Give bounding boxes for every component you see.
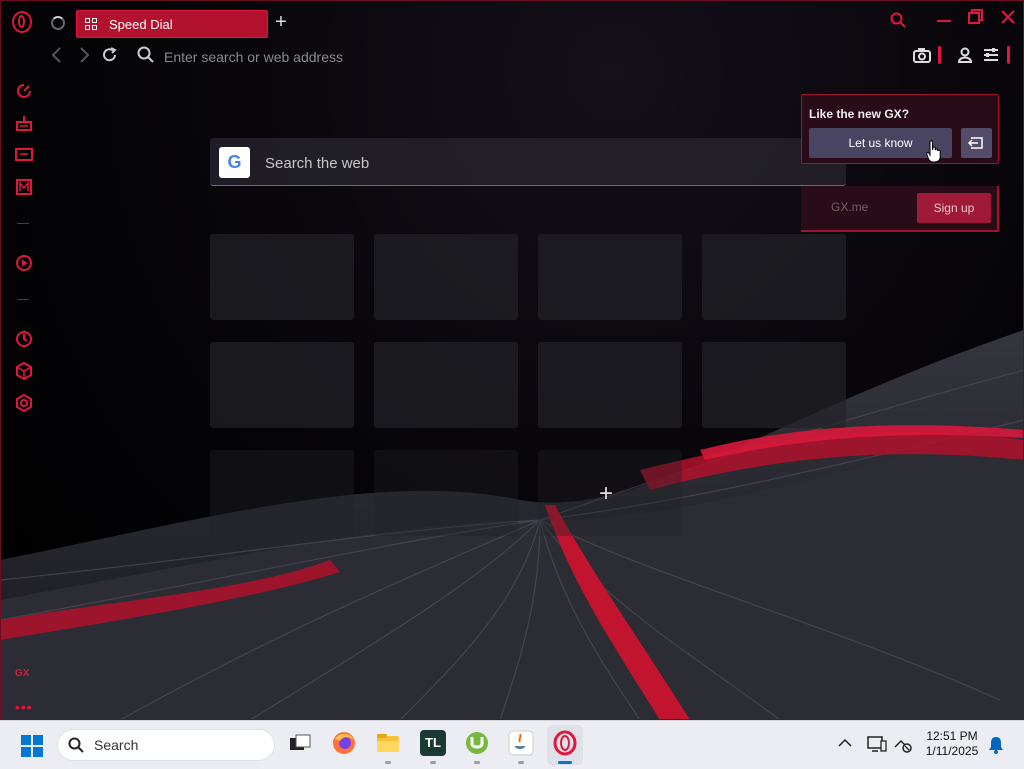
forward-button[interactable] [77, 46, 91, 69]
sidebar-separator [17, 299, 29, 300]
player-icon[interactable] [15, 254, 33, 272]
notification-bell-icon[interactable] [988, 736, 1004, 754]
google-logo-icon: G [219, 147, 250, 178]
address-search-icon [137, 46, 154, 63]
speed-dial-grid-icon [85, 18, 97, 30]
sign-up-button[interactable]: Sign up [917, 193, 991, 223]
address-bar-input[interactable] [162, 44, 766, 70]
web-search-box[interactable]: G [210, 138, 846, 186]
loading-spinner-icon [51, 16, 65, 30]
title-bar: Speed Dial + [0, 0, 1024, 44]
running-indicator [474, 761, 480, 764]
firefox-icon[interactable] [331, 730, 357, 756]
minimize-icon[interactable] [936, 12, 952, 28]
speed-dial-tile[interactable] [210, 234, 354, 320]
running-indicator [430, 761, 436, 764]
popup-back-button[interactable] [961, 128, 992, 158]
active-indicator [558, 761, 572, 764]
tab-label: Speed Dial [109, 16, 173, 32]
feedback-popup: Like the new GX? Let us know [801, 94, 999, 164]
history-icon[interactable] [15, 330, 33, 348]
new-tab-button[interactable]: + [271, 12, 291, 34]
taskbar-search-label: Search [94, 737, 139, 753]
accent-divider [1007, 46, 1010, 64]
gx-me-link[interactable]: GX.me [831, 200, 868, 214]
twitch-icon[interactable] [15, 146, 33, 164]
snapshot-camera-icon[interactable] [913, 47, 931, 63]
mailbox-icon[interactable] [15, 178, 33, 196]
extensions-cube-icon[interactable] [15, 362, 33, 380]
sidebar-more-button[interactable]: ••• [15, 699, 33, 715]
settings-icon[interactable] [15, 394, 33, 412]
tl-app-icon[interactable]: TL [420, 730, 446, 756]
return-arrow-icon [967, 137, 983, 149]
maximize-icon[interactable] [968, 9, 984, 25]
speed-dial-tile[interactable] [210, 342, 354, 428]
system-clock[interactable]: 12:51 PM 1/11/2025 [920, 729, 984, 759]
running-indicator [518, 761, 524, 764]
show-hidden-icons-chevron-icon[interactable] [838, 738, 852, 748]
gx-account-panel: GX.me Sign up [801, 186, 999, 232]
utorrent-icon[interactable] [464, 730, 490, 756]
account-icon[interactable] [957, 47, 973, 63]
speed-dial-tile[interactable] [702, 342, 846, 428]
close-icon[interactable] [1000, 9, 1016, 25]
clock-date: 1/11/2025 [925, 744, 979, 758]
file-explorer-icon[interactable] [375, 730, 401, 756]
gx-sidebar-label[interactable]: GX [15, 668, 29, 679]
speed-dial-tile[interactable] [374, 450, 518, 536]
reload-icon [103, 47, 117, 62]
speed-dial-tile[interactable] [374, 234, 518, 320]
popup-title: Like the new GX? [809, 107, 910, 121]
speed-dial-tile[interactable] [374, 342, 518, 428]
windows-taskbar: Search TL 12:51 PM 1/11/2025 [0, 720, 1024, 769]
task-view-icon[interactable] [287, 730, 313, 756]
search-icon [68, 737, 84, 753]
running-indicator [385, 761, 391, 764]
speed-dial-tile[interactable] [210, 450, 354, 536]
display-device-icon[interactable] [867, 735, 887, 753]
clock-time: 12:51 PM [926, 729, 978, 743]
speed-dial-tile[interactable] [538, 234, 682, 320]
taskbar-search-box[interactable]: Search [58, 730, 274, 760]
opera-gx-icon[interactable] [552, 730, 578, 756]
add-speed-dial-button[interactable]: + [596, 482, 616, 506]
reload-button[interactable] [102, 46, 118, 69]
gx-corner-icon[interactable] [15, 114, 33, 132]
speed-dial-tile[interactable] [702, 234, 846, 320]
tab-speed-dial[interactable]: Speed Dial [76, 10, 268, 38]
web-search-input[interactable] [263, 150, 827, 176]
windows-start-icon[interactable] [21, 735, 43, 757]
back-button[interactable] [50, 46, 64, 69]
speed-dial-tile[interactable] [538, 342, 682, 428]
hand-cursor-icon [926, 140, 941, 163]
java-icon[interactable] [508, 730, 534, 756]
opera-gx-logo-icon[interactable] [12, 11, 32, 33]
network-disconnected-icon[interactable] [893, 735, 913, 753]
sidebar-separator [17, 223, 29, 224]
accent-divider [938, 46, 941, 64]
tab-search-icon[interactable] [890, 12, 906, 28]
gx-control-icon[interactable] [15, 82, 33, 100]
easy-setup-icon[interactable] [983, 48, 999, 62]
